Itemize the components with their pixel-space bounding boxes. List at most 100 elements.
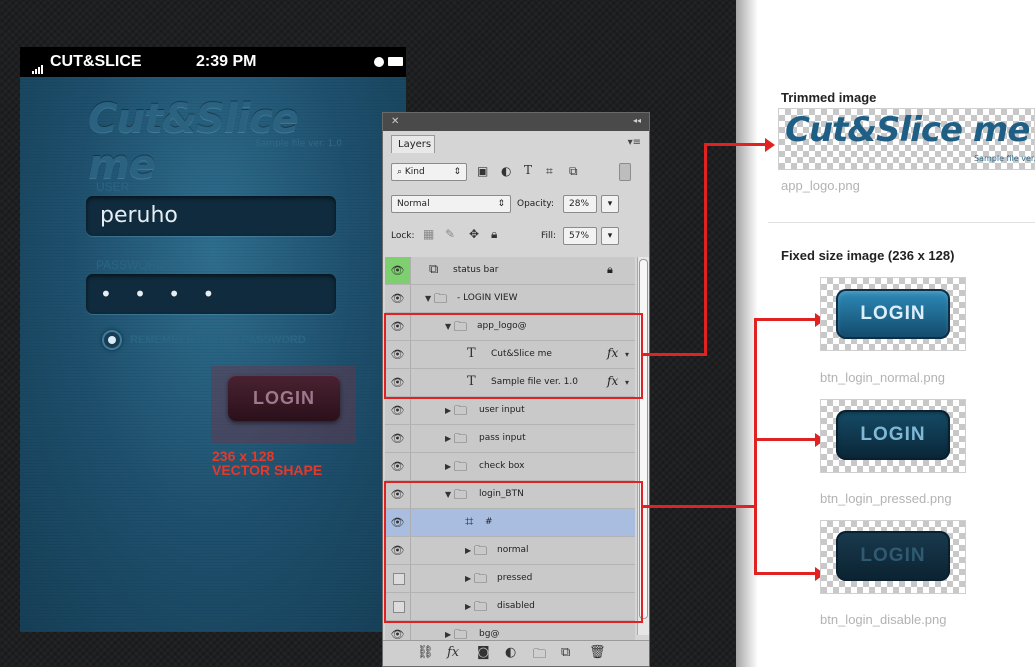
carrier-name: CUT&SLICE (50, 53, 142, 70)
folder-icon: 🗀︎ (454, 404, 468, 419)
opacity-input[interactable]: 28% (563, 195, 597, 213)
connector-line (754, 318, 816, 321)
fill-label: Fill: (541, 231, 557, 241)
lock-label: Lock: (391, 231, 415, 241)
sync-icon (374, 57, 384, 67)
trimmed-heading: Trimmed image (781, 90, 877, 105)
layer-login-view[interactable]: 👁︎ ▼ 🗀︎ - LOGIN VIEW (385, 285, 635, 313)
fill-dropdown-icon[interactable]: ▾ (601, 227, 619, 245)
layer-name: check box (479, 461, 525, 471)
arrow-head-icon (765, 138, 775, 152)
fixed-size-heading: Fixed size image (236 x 128) (781, 248, 955, 263)
close-icon[interactable]: ✕ (391, 116, 399, 127)
layer-status-bar[interactable]: 👁︎ ⧉ status bar 🔒︎ (385, 257, 635, 285)
layer-pass-input[interactable]: 👁︎ ▶ 🗀︎ pass input (385, 425, 635, 453)
opacity-label: Opacity: (517, 199, 554, 209)
password-input[interactable]: • • • • (86, 274, 336, 314)
user-label: USER (96, 180, 130, 194)
trimmed-logo-text: Cut&Slice me (785, 110, 1030, 150)
blend-mode-value: Normal (397, 199, 430, 209)
collapse-icon[interactable]: ◂◂ (633, 116, 641, 125)
adjustment-filter-icon[interactable]: ◐ (501, 164, 511, 178)
layer-name: user input (479, 405, 525, 415)
connector-line (643, 353, 705, 356)
new-adjustment-icon[interactable]: ◐ (505, 645, 516, 660)
lock-transparent-icon[interactable]: ▦ (423, 227, 434, 241)
login-disabled-image: LOGIN (836, 531, 950, 581)
add-mask-icon[interactable]: ◙ (477, 645, 490, 660)
collapse-arrow-icon[interactable]: ▶ (445, 406, 451, 415)
btn-pressed-filename: btn_login_pressed.png (820, 491, 952, 506)
lock-icon: 🔒︎ (607, 263, 613, 276)
trimmed-logo-subtitle: Sample file ver. 1.0 (974, 154, 1035, 163)
connector-line (754, 572, 816, 575)
link-layers-icon[interactable]: ⛓︎ (417, 645, 434, 660)
filter-toggle[interactable] (619, 163, 631, 181)
layer-check-box[interactable]: 👁︎ ▶ 🗀︎ check box (385, 453, 635, 481)
type-filter-icon[interactable]: T (524, 163, 532, 177)
connector-line (754, 318, 757, 575)
search-icon: ⌕ (397, 167, 405, 177)
folder-icon: 🗀︎ (454, 460, 468, 475)
eye-icon[interactable]: 👁︎ (385, 453, 411, 480)
layer-name: bg@ (479, 629, 500, 639)
panel-title-bar: ✕ ◂◂ (383, 113, 649, 131)
panel-menu-icon[interactable]: ▾≡ (628, 137, 641, 148)
filter-kind-value: Kind (404, 167, 425, 177)
login-button[interactable]: LOGIN (228, 375, 340, 421)
lock-position-icon[interactable]: ✥ (469, 227, 479, 241)
highlight-login-btn-group (384, 481, 643, 623)
trash-icon[interactable]: 🗑︎ (589, 645, 606, 660)
filter-kind-select[interactable]: ⌕ Kind ⇕ (391, 163, 467, 181)
tab-layers[interactable]: Layers (391, 135, 435, 153)
password-label: PASSWORD (96, 258, 166, 272)
vector-note-size: 236 x 128 (212, 448, 275, 464)
lock-all-icon[interactable]: 🔒︎ (491, 227, 497, 242)
connector-line (643, 505, 755, 508)
smart-object-icon: ⧉ (429, 262, 439, 277)
folder-icon: 🗀︎ (434, 292, 448, 307)
status-time: 2:39 PM (196, 53, 257, 70)
expand-arrow-icon[interactable]: ▼ (425, 294, 431, 303)
shape-filter-icon[interactable]: ⌗ (546, 164, 553, 179)
smart-object-filter-icon[interactable]: ⧉ (569, 164, 578, 179)
vector-note-label: VECTOR SHAPE (212, 462, 323, 478)
opacity-dropdown-icon[interactable]: ▾ (601, 195, 619, 213)
new-group-icon[interactable]: 🗀︎ (533, 645, 546, 667)
layer-user-input[interactable]: 👁︎ ▶ 🗀︎ user input (385, 397, 635, 425)
layer-name: pass input (479, 433, 526, 443)
eye-icon[interactable]: 👁︎ (385, 257, 411, 284)
collapse-arrow-icon[interactable]: ▶ (445, 434, 451, 443)
panel-footer: ⛓︎ fx ◙ ◐ 🗀︎ ⧉ 🗑︎ (383, 640, 649, 666)
connector-line (704, 143, 766, 146)
lock-image-icon[interactable]: ✎ (445, 227, 455, 241)
phone-status-bar: CUT&SLICE 2:39 PM (20, 47, 406, 77)
new-layer-icon[interactable]: ⧉ (561, 645, 570, 660)
eye-icon[interactable]: 👁︎ (385, 397, 411, 424)
highlight-app-logo-group (384, 313, 643, 399)
collapse-arrow-icon[interactable]: ▶ (445, 462, 451, 471)
vector-shape-note: 236 x 128 VECTOR SHAPE (212, 449, 322, 477)
user-input[interactable]: peruho (86, 196, 336, 236)
chevron-down-icon: ⇕ (497, 199, 505, 209)
image-filter-icon[interactable]: ▣ (477, 164, 488, 178)
blend-mode-select[interactable]: Normal ⇕ (391, 195, 511, 213)
connector-line (704, 143, 707, 356)
battery-icon (388, 57, 403, 66)
fill-input[interactable]: 57% (563, 227, 597, 245)
layer-name: status bar (453, 265, 499, 275)
btn-normal-filename: btn_login_normal.png (820, 370, 946, 385)
remember-radio[interactable] (102, 330, 122, 350)
login-normal-image: LOGIN (836, 289, 950, 339)
eye-icon[interactable]: 👁︎ (385, 285, 411, 312)
eye-icon[interactable]: 👁︎ (385, 425, 411, 452)
folder-icon: 🗀︎ (454, 432, 468, 447)
login-pressed-image: LOGIN (836, 410, 950, 460)
divider (768, 222, 1035, 223)
connector-line (754, 438, 816, 441)
collapse-arrow-icon[interactable]: ▶ (445, 630, 451, 639)
add-style-icon[interactable]: fx (447, 645, 459, 660)
chevron-down-icon: ⇕ (453, 167, 461, 177)
trimmed-filename: app_logo.png (781, 178, 860, 193)
remember-label: REMEMBER USER & PASSWORD (130, 334, 306, 346)
